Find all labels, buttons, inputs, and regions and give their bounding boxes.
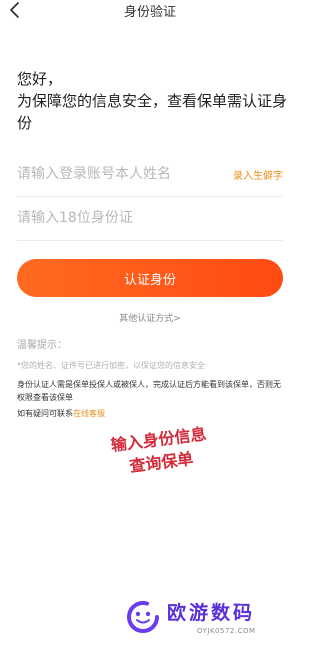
name-input[interactable] <box>17 162 217 186</box>
tip-contact: 如有疑问可联系在线客服 <box>17 408 105 419</box>
greeting-hello: 您好， <box>17 70 63 88</box>
name-field: 录入生僻字 <box>17 152 283 197</box>
ring-logo-icon <box>127 601 159 633</box>
tip-encryption-note: *您的姓名、证件号已进行加密，以保证您的信息安全 <box>17 361 205 370</box>
id-number-input[interactable] <box>17 206 217 230</box>
watermark-url: OYJK0572.COM <box>197 627 256 635</box>
tip-contact-prefix: 如有疑问可联系 <box>17 409 73 418</box>
other-verification-methods-link[interactable]: 其他认证方式> <box>0 311 300 324</box>
tip-requirement-note: 身份认证人需是保单投保人或被保人，完成认证后方能看到该保单，否则无权限查看该保单 <box>17 380 281 402</box>
id-field <box>17 196 283 241</box>
greeting: 您好， 为保障您的信息安全，查看保单需认证身份 <box>17 68 287 134</box>
online-service-link[interactable]: 在线客服 <box>73 409 105 418</box>
nav-bar: 身份验证 <box>0 0 300 26</box>
tips-title: 温馨提示： <box>17 340 67 351</box>
watermark-name: 欧游数码 <box>167 602 256 624</box>
greeting-message: 为保障您的信息安全，查看保单需认证身份 <box>17 92 288 132</box>
watermark: 欧游数码 OYJK0572.COM <box>125 597 295 642</box>
overlay-caption: 输入身份信息 查询保单 <box>93 420 228 482</box>
page-title: 身份验证 <box>123 5 176 20</box>
rare-char-link[interactable]: 录入生僻字 <box>233 167 283 182</box>
identity-verification-page: 身份验证 您好， 为保障您的信息安全，查看保单需认证身份 录入生僻字 认证身份 … <box>0 0 300 647</box>
verify-identity-button[interactable]: 认证身份 <box>17 259 283 297</box>
